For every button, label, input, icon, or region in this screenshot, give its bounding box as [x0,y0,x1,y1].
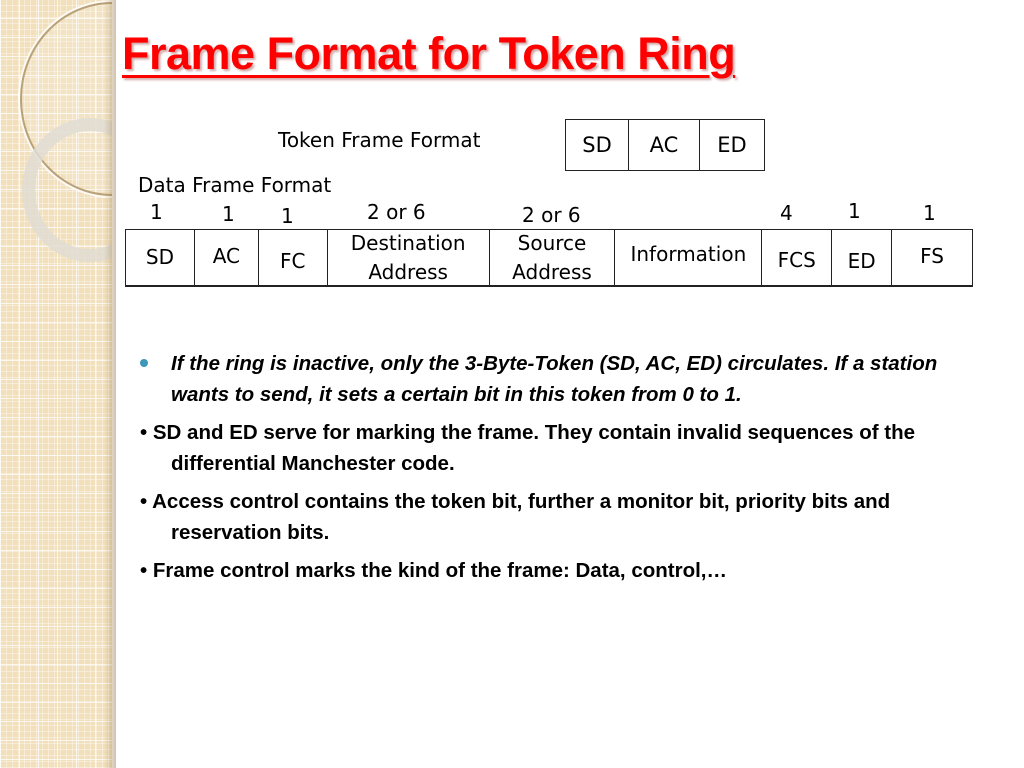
bullet-item: • Access control contains the token bit,… [140,486,980,548]
data-field-information: Information [615,230,763,285]
data-field-source-address: Source Address [490,230,616,285]
data-field-sd: SD [126,230,195,285]
token-field-ed: ED [717,133,747,157]
bullet-text: Access control contains the token bit, f… [152,490,891,544]
bullet-text: SD and ED serve for marking the frame. T… [152,421,915,475]
data-frame-field-sizes: 1 1 1 2 or 6 2 or 6 4 1 1 [125,199,972,229]
bullet-item: • SD and ED serve for marking the frame.… [140,417,980,479]
bullet-item: • Frame control marks the kind of the fr… [140,555,980,586]
decorative-sidebar [0,0,112,768]
sidebar-shadow [104,0,116,768]
slide-title: Frame Format for Token Ring [122,28,736,79]
token-frame-label: Token Frame Format [278,128,481,152]
bullet-item: If the ring is inactive, only the 3-Byte… [140,348,980,410]
bullet-text: If the ring is inactive, only the 3-Byte… [171,352,938,406]
data-field-ac: AC [195,230,259,285]
size-fc: 1 [281,204,294,228]
data-field-fc: FC [259,230,328,285]
size-fcs: 4 [780,201,793,225]
data-field-fs: FS [920,244,944,268]
size-ed: 1 [848,199,861,223]
data-field-ed: ED [832,230,893,285]
data-frame-diagram: SD AC FC Destination Address Source Addr… [125,229,973,287]
bullet-mark: • [140,490,153,513]
bullet-dot-icon [140,359,148,367]
size-destination: 2 or 6 [367,200,426,224]
size-ac: 1 [222,202,235,226]
bullet-list: If the ring is inactive, only the 3-Byte… [140,348,980,593]
data-field-destination-address: Destination Address [328,230,490,285]
size-fs: 1 [923,201,936,225]
size-sd: 1 [150,200,163,224]
size-source: 2 or 6 [522,203,581,227]
data-field-fcs: FCS [762,230,833,285]
bullet-text: Frame control marks the kind of the fram… [152,559,727,582]
token-field-ac: AC [629,120,700,170]
data-frame-label: Data Frame Format [138,173,332,197]
bullet-mark: • [140,421,153,444]
bullet-mark: • [140,559,153,582]
token-field-sd: SD [566,120,629,170]
token-frame-diagram: SD AC ED [565,119,765,171]
